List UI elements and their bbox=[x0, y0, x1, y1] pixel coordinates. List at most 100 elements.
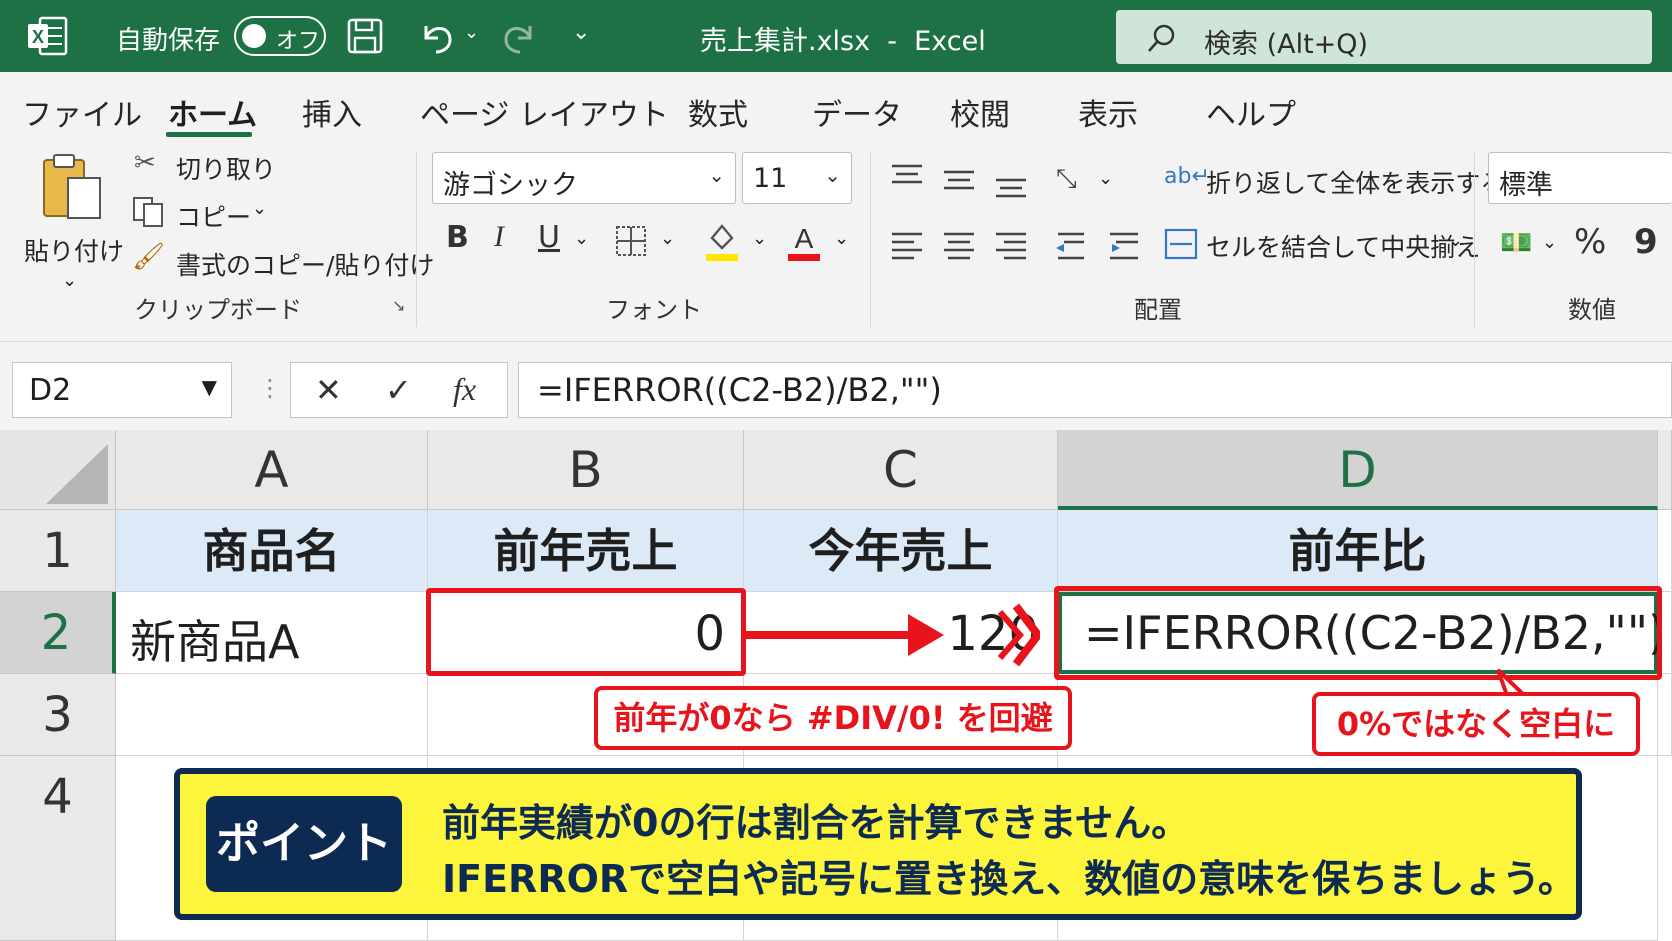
toggle-knob bbox=[242, 24, 266, 48]
copy-icon[interactable] bbox=[132, 196, 166, 228]
enter-icon[interactable]: ✓ bbox=[385, 371, 412, 409]
autosave-toggle[interactable]: オフ bbox=[234, 16, 326, 56]
paste-label[interactable]: 貼り付け bbox=[24, 232, 124, 268]
comma-style-button[interactable]: 9 bbox=[1634, 222, 1658, 262]
row-header-1[interactable]: 1 bbox=[0, 510, 116, 592]
font-color-dropdown-icon[interactable]: ⌄ bbox=[834, 228, 849, 249]
format-painter-icon[interactable]: 🖌 bbox=[132, 242, 165, 272]
cancel-icon[interactable]: ✕ bbox=[315, 371, 342, 409]
drag-handle-icon[interactable]: ⋮ bbox=[258, 374, 282, 402]
alignment-group-label: 配置 bbox=[1134, 296, 1182, 324]
number-format-select[interactable]: 標準 bbox=[1488, 152, 1672, 204]
callout-blank-note: 0%ではなく空白に bbox=[1312, 692, 1640, 756]
cut-label[interactable]: 切り取り bbox=[176, 150, 276, 186]
merge-center-dropdown-icon[interactable]: ⌄ bbox=[1448, 230, 1463, 251]
excel-logo-icon: X bbox=[28, 16, 68, 56]
insert-function-icon[interactable]: fx bbox=[453, 371, 476, 408]
borders-dropdown-icon[interactable]: ⌄ bbox=[660, 228, 675, 249]
paste-icon[interactable] bbox=[38, 152, 106, 224]
undo-icon[interactable] bbox=[416, 16, 458, 56]
percent-style-button[interactable]: % bbox=[1574, 222, 1606, 262]
ribbon: 貼り付け ⌄ ✂ 切り取り コピー ⌄ 🖌 書式のコピー/貼り付け クリップボー… bbox=[0, 142, 1672, 342]
group-separator bbox=[1474, 152, 1475, 327]
cell-a3[interactable] bbox=[116, 674, 428, 756]
column-header-b[interactable]: B bbox=[428, 430, 744, 510]
column-header-a[interactable]: A bbox=[116, 430, 428, 510]
select-all-triangle-icon bbox=[46, 444, 108, 504]
tab-home[interactable]: ホーム bbox=[168, 90, 257, 134]
cell-c1[interactable]: 今年売上 bbox=[744, 510, 1058, 592]
svg-text:X: X bbox=[32, 27, 44, 47]
search-icon bbox=[1148, 24, 1175, 52]
undo-dropdown-icon[interactable]: ⌄ bbox=[464, 22, 479, 43]
number-group-label: 数値 bbox=[1568, 296, 1616, 324]
cell-a1[interactable]: 商品名 bbox=[116, 510, 428, 592]
formula-input[interactable]: =IFERROR((C2-B2)/B2,"") bbox=[518, 362, 1672, 418]
search-box[interactable]: 検索 (Alt+Q) bbox=[1116, 10, 1652, 64]
cell-a2[interactable]: 新商品A bbox=[116, 592, 428, 674]
wrap-text-label[interactable]: 折り返して全体を表示する bbox=[1206, 164, 1505, 200]
cell-d1[interactable]: 前年比 bbox=[1058, 510, 1658, 592]
document-title: 売上集計.xlsx - Excel bbox=[700, 26, 986, 57]
wrap-text-icon[interactable]: ab↵ bbox=[1164, 164, 1210, 189]
tab-data[interactable]: データ bbox=[812, 90, 902, 134]
fill-color-dropdown-icon[interactable]: ⌄ bbox=[752, 228, 767, 249]
font-size-select[interactable]: 11 ⌄ bbox=[742, 152, 852, 204]
tab-formulas[interactable]: 数式 bbox=[688, 90, 748, 134]
arrow-right-icon bbox=[746, 603, 1040, 667]
autosave-label: 自動保存 bbox=[116, 26, 221, 56]
merge-center-icon[interactable] bbox=[1164, 228, 1198, 260]
number-format-value: 標準 bbox=[1499, 170, 1553, 201]
cell-e1[interactable] bbox=[1658, 510, 1672, 592]
row-header-2[interactable]: 2 bbox=[0, 592, 116, 674]
format-painter-label[interactable]: 書式のコピー/貼り付け bbox=[176, 246, 434, 282]
italic-button[interactable]: I bbox=[494, 220, 504, 254]
fill-color-icon[interactable] bbox=[704, 220, 740, 262]
tab-view[interactable]: 表示 bbox=[1078, 90, 1138, 134]
font-size-value: 11 bbox=[753, 163, 788, 194]
paste-dropdown-icon[interactable]: ⌄ bbox=[62, 270, 77, 291]
horizontal-align-icons[interactable] bbox=[888, 228, 1152, 264]
cell-e3[interactable] bbox=[1658, 674, 1672, 756]
save-icon[interactable] bbox=[346, 16, 384, 56]
clipboard-launcher-icon[interactable]: ↘ bbox=[392, 296, 405, 315]
tab-file[interactable]: ファイル bbox=[22, 90, 142, 134]
row-header-3[interactable]: 3 bbox=[0, 674, 116, 756]
select-all-button[interactable] bbox=[0, 430, 116, 510]
underline-dropdown-icon[interactable]: ⌄ bbox=[574, 228, 589, 249]
name-box[interactable]: D2 ▼ bbox=[12, 362, 232, 418]
point-line-1: 前年実績が0の行は割合を計算できません。 bbox=[442, 801, 1190, 845]
formula-buttons: ✕ ✓ fx bbox=[290, 362, 508, 418]
tab-help[interactable]: ヘルプ bbox=[1206, 90, 1296, 134]
ribbon-tabs: ファイル ホーム 挿入 ページ レイアウト 数式 データ 校閲 表示 ヘルプ bbox=[0, 72, 1672, 142]
name-box-value: D2 bbox=[29, 373, 72, 408]
tab-review[interactable]: 校閲 bbox=[950, 90, 1010, 134]
highlight-box-d2 bbox=[1054, 586, 1662, 680]
tab-page-layout[interactable]: ページ レイアウト bbox=[420, 90, 669, 134]
font-family-select[interactable]: 游ゴシック ⌄ bbox=[432, 152, 736, 204]
cut-icon[interactable]: ✂ bbox=[134, 148, 156, 178]
borders-icon[interactable] bbox=[614, 224, 648, 258]
column-header-d[interactable]: D bbox=[1058, 430, 1658, 510]
accounting-format-icon[interactable]: 💵 bbox=[1500, 228, 1532, 258]
orientation-dropdown-icon[interactable]: ⌄ bbox=[1098, 168, 1113, 189]
merge-center-label[interactable]: セルを結合して中央揃え bbox=[1206, 228, 1480, 264]
bold-button[interactable]: B bbox=[446, 220, 469, 255]
column-header-e[interactable] bbox=[1658, 430, 1672, 510]
search-placeholder: 検索 (Alt+Q) bbox=[1204, 29, 1369, 60]
point-badge: ポイント bbox=[206, 796, 402, 892]
quick-access-dropdown-icon[interactable]: ⌄ bbox=[572, 20, 590, 45]
vertical-align-icons[interactable] bbox=[888, 160, 1044, 200]
underline-button[interactable]: U bbox=[538, 220, 560, 255]
copy-dropdown-icon[interactable]: ⌄ bbox=[252, 198, 267, 219]
row-header-4[interactable]: 4 bbox=[0, 756, 116, 941]
tab-insert[interactable]: 挿入 bbox=[302, 90, 362, 134]
accounting-dropdown-icon[interactable]: ⌄ bbox=[1542, 232, 1557, 253]
column-header-c[interactable]: C bbox=[744, 430, 1058, 510]
cell-b1[interactable]: 前年売上 bbox=[428, 510, 744, 592]
font-color-icon[interactable]: A bbox=[786, 220, 822, 262]
worksheet-grid: A B C D 1 2 3 4 商品名 前年売上 今年売上 前年比 新商品A 0… bbox=[0, 430, 1672, 941]
orientation-icon[interactable]: ⤡ bbox=[1056, 164, 1077, 195]
redo-icon[interactable] bbox=[500, 16, 540, 56]
copy-label[interactable]: コピー bbox=[176, 198, 251, 234]
